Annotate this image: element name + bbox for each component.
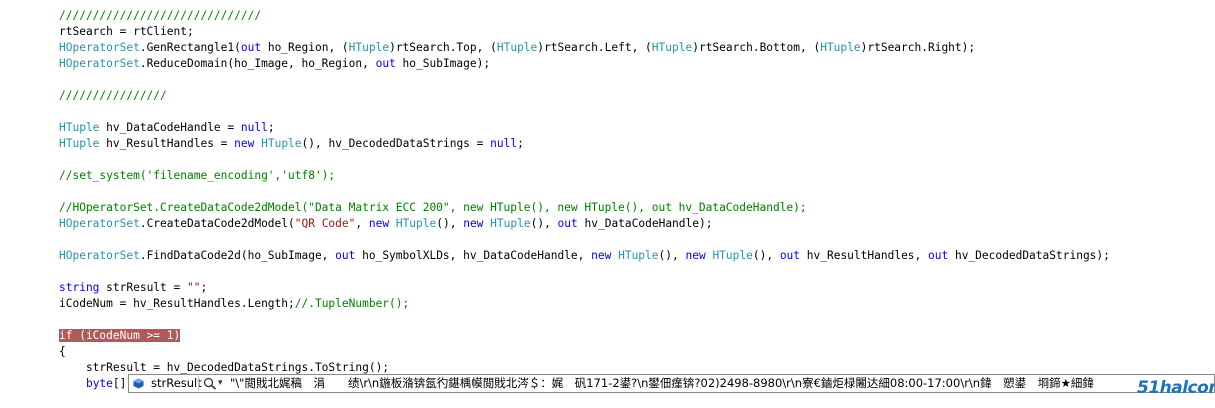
code-text: hv_DecodedDataStrings); xyxy=(948,249,1110,262)
code-line-15: { xyxy=(59,344,66,360)
code-text: rtSearch = rtClient; xyxy=(59,25,194,38)
string-literal: "QR Code" xyxy=(294,217,356,230)
visualizer-dropdown-icon[interactable]: ▾ xyxy=(218,375,223,392)
type-name: HTuple xyxy=(59,137,100,150)
code-text: .ReduceDomain(ho_Image, ho_Region, xyxy=(139,57,376,70)
class-name: HOperatorSet xyxy=(59,41,140,54)
code-line-9: //HOperatorSet.CreateDataCode2dModel("Da… xyxy=(59,200,807,216)
code-text: , xyxy=(355,217,369,230)
keyword: null xyxy=(240,121,268,134)
datatip-value[interactable]: "\"閲戝北娓稿 涓 绩\r\n鍦板潃锛氬彴鍖楀幙閲戝北涔＄：娓 矾171-2鍙… xyxy=(230,375,1094,392)
code-line-14: if (iCodeNum >= 1) xyxy=(59,328,181,344)
keyword: out xyxy=(335,249,356,262)
code-line-8: //set_system('filename_encoding','utf8')… xyxy=(59,168,335,184)
code-text: ho_Region, ( xyxy=(261,41,349,54)
code-line-4: HOperatorSet.ReduceDomain(ho_Image, ho_R… xyxy=(59,56,490,72)
datatip[interactable]: strResult ▾ "\"閲戝北娓稿 涓 绩\r\n鍦板潃锛氬彴鍖楀幙閲戝北… xyxy=(128,374,1215,393)
code-text: (), xyxy=(752,249,780,262)
datatip-variable-name: strResult xyxy=(151,376,202,390)
code-text: hv_DataCodeHandle = xyxy=(99,121,241,134)
type-name: HTuple xyxy=(820,41,861,54)
code-text: (), xyxy=(436,217,464,230)
code-text: ho_SubImage); xyxy=(395,57,491,70)
code-text: ; xyxy=(200,281,208,294)
code-text: ; xyxy=(517,137,524,150)
keyword: out xyxy=(779,249,801,262)
keyword: null xyxy=(490,137,518,150)
code-line-10: HOperatorSet.CreateDataCode2dModel("QR C… xyxy=(59,216,712,232)
code-line-5: //////////////// xyxy=(59,88,167,104)
keyword: out xyxy=(375,57,396,70)
code-line-12: string strResult = ""; xyxy=(59,280,207,296)
comment: //HOperatorSet.CreateDataCode2dModel("Da… xyxy=(59,201,807,214)
code-text: { xyxy=(59,345,66,358)
code-text: hv_ResultHandles = xyxy=(99,137,235,150)
keyword: new xyxy=(463,217,484,230)
breakpoint-highlight[interactable]: if (iCodeNum >= 1) xyxy=(59,329,181,342)
code-line-6: HTuple hv_DataCodeHandle = null; xyxy=(59,120,275,136)
code-text: strResult = hv_DecodedDataStrings.ToStri… xyxy=(59,361,390,374)
code-text: [] xyxy=(112,377,127,390)
code-text: hv_DataCodeHandle); xyxy=(577,217,713,230)
comment: ////////////////////////////// xyxy=(59,9,262,22)
code-line-11: HOperatorSet.FindDataCode2d(ho_SubImage,… xyxy=(59,248,1110,264)
code-text: iCodeNum = hv_ResultHandles.Length; xyxy=(59,297,295,310)
code-line-2: rtSearch = rtClient; xyxy=(59,24,194,40)
code-text: .CreateDataCode2dModel( xyxy=(139,217,295,230)
type-name: HTuple xyxy=(261,137,302,150)
keyword: string xyxy=(59,281,100,294)
class-name: HOperatorSet xyxy=(59,217,140,230)
comment: //set_system('filename_encoding','utf8')… xyxy=(59,169,336,182)
code-text: (), xyxy=(530,217,558,230)
magnifier-icon[interactable] xyxy=(203,377,217,390)
code-text: .FindDataCode2d(ho_SubImage, xyxy=(139,249,336,262)
type-name: HTuple xyxy=(490,217,531,230)
keyword: new xyxy=(591,249,612,262)
watermark-text: 51halcon.com xyxy=(1137,378,1215,398)
code-editor[interactable]: ////////////////////////////// rtSearch … xyxy=(0,0,1215,408)
comment: //////////////// xyxy=(59,89,167,102)
class-name: HOperatorSet xyxy=(59,249,140,262)
code-line-7: HTuple hv_ResultHandles = new HTuple(), … xyxy=(59,136,524,152)
code-text: )rtSearch.Bottom, ( xyxy=(692,41,821,54)
code-text: )rtSearch.Right); xyxy=(860,41,976,54)
code-text: hv_ResultHandles, xyxy=(800,249,929,262)
code-line-1: ////////////////////////////// xyxy=(59,8,261,24)
code-text: )rtSearch.Left, ( xyxy=(537,41,652,54)
code-text: ho_SymbolXLDs, hv_DataCodeHandle, xyxy=(355,249,592,262)
code-line-17: byte[] xyxy=(59,376,126,392)
code-text: )rtSearch.Top, ( xyxy=(389,41,497,54)
type-name: HTuple xyxy=(496,41,538,54)
keyword: out xyxy=(928,249,949,262)
type-name: HTuple xyxy=(348,41,390,54)
type-name: HTuple xyxy=(618,249,659,262)
variable-icon xyxy=(133,378,144,389)
keyword: new xyxy=(234,137,255,150)
code-text: strResult = xyxy=(99,281,187,294)
code-text: .GenRectangle1( xyxy=(139,41,241,54)
code-line-13: iCodeNum = hv_ResultHandles.Length;//.Tu… xyxy=(59,296,409,312)
code-text: ; xyxy=(267,121,275,134)
separator xyxy=(198,376,199,391)
keyword: byte xyxy=(85,377,113,390)
type-name: HTuple xyxy=(712,249,753,262)
type-name: HTuple xyxy=(59,121,100,134)
keyword: out xyxy=(557,217,578,230)
type-name: HTuple xyxy=(395,217,437,230)
keyword: new xyxy=(368,217,390,230)
keyword: out xyxy=(240,41,262,54)
code-line-3: HOperatorSet.GenRectangle1(out ho_Region… xyxy=(59,40,975,56)
class-name: HOperatorSet xyxy=(59,57,140,70)
comment: //.TupleNumber(); xyxy=(294,297,410,310)
string-literal: "" xyxy=(186,281,201,294)
code-text: (), xyxy=(658,249,686,262)
keyword: new xyxy=(685,249,706,262)
code-text: (), hv_DecodedDataStrings = xyxy=(301,137,491,150)
watermark-logo: 51halcon.com xyxy=(1135,378,1215,402)
type-name: HTuple xyxy=(651,41,693,54)
